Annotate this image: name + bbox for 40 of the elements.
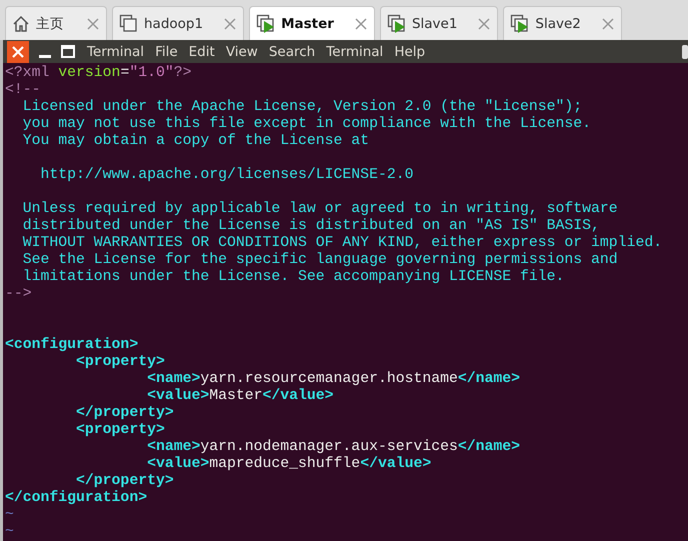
empty-line-marker: ~	[5, 507, 14, 523]
code-line: http://www.apache.org/licenses/LICENSE-2.0	[40, 167, 414, 183]
code-line: <property>	[75, 422, 165, 438]
menu-item[interactable]: File	[155, 42, 178, 62]
close-icon[interactable]	[7, 40, 29, 62]
code-line: </property>	[75, 473, 174, 489]
code-line: You may obtain a copy of the License at	[22, 133, 370, 149]
tab[interactable]: Slave2	[503, 6, 622, 40]
code-line: you may not use this file except in compliance with the License.	[22, 116, 592, 132]
code-line: distributed under the License is distributed on an "AS IS" BASIS,	[22, 218, 600, 234]
empty-line-marker: ~	[5, 524, 14, 540]
code-line: Unless required by applicable law or agreed to in writing, software	[22, 201, 618, 217]
code-line: </configuration>	[5, 490, 148, 506]
menu-item[interactable]: Terminal	[326, 42, 384, 62]
tab[interactable]: 主页	[5, 6, 107, 40]
code-line: <name>yarn.resourcemanager.hostname</name>	[146, 371, 520, 387]
code-line: <!--	[5, 82, 41, 98]
menu-item[interactable]: Terminal	[87, 42, 144, 62]
code-line: WITHOUT WARRANTIES OR CONDITIONS OF ANY KIND, either express or implied.	[22, 235, 662, 251]
code-line: See the License for the specific language governing permissions and	[22, 252, 618, 268]
code-line: <?xml version="1.0"?>	[5, 65, 192, 81]
code-line: <property>	[75, 354, 165, 370]
menu-item[interactable]: View	[226, 42, 258, 62]
code-line: Licensed under the Apache License, Version 2.0 (the "License");	[22, 99, 582, 115]
tab[interactable]: Master	[249, 6, 375, 40]
tab[interactable]: Slave1	[380, 6, 498, 40]
menu-item[interactable]: Search	[268, 42, 316, 62]
menu-item[interactable]: Edit	[188, 42, 215, 62]
tab[interactable]: hadoop1	[112, 6, 244, 40]
scrollbar-handle[interactable]	[682, 44, 688, 58]
home-icon	[12, 14, 30, 32]
menu-item[interactable]: Help	[394, 42, 426, 62]
code-line: <configuration>	[5, 337, 138, 353]
code-line: <name>yarn.nodemanager.aux-services</name>	[146, 439, 520, 455]
code-line: <value>mapreduce_shuffle</value>	[146, 456, 432, 472]
code-line: limitations under the License. See accompanying LICENSE file.	[22, 269, 564, 285]
code-line: </property>	[75, 405, 174, 421]
code-line: <value>Master</value>	[146, 388, 334, 404]
maximize-icon[interactable]	[61, 44, 75, 58]
code-line: -->	[5, 286, 32, 302]
